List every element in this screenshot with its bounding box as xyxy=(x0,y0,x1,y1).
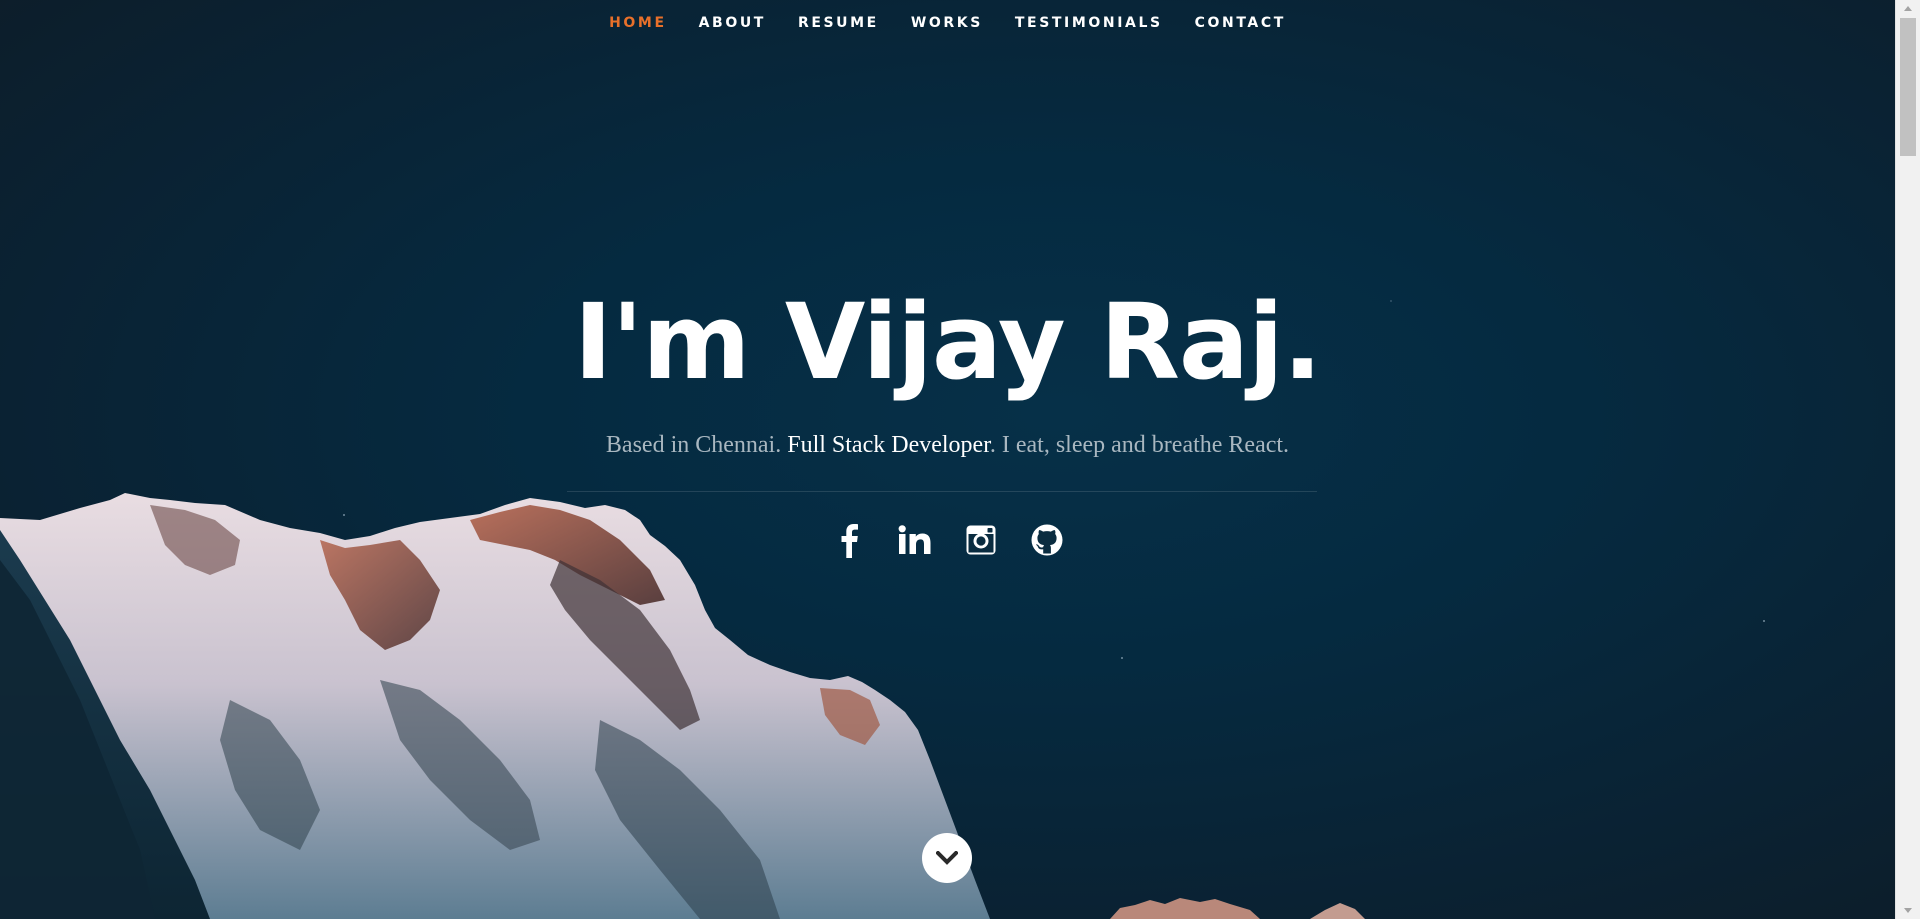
instagram-icon[interactable] xyxy=(962,520,1000,560)
hero-title: I'm Vijay Raj. xyxy=(573,281,1322,403)
nav-item-home[interactable]: HOME xyxy=(609,15,667,31)
page-scrollbar[interactable] xyxy=(1895,0,1920,919)
nav-item-works[interactable]: WORKS xyxy=(911,15,983,31)
scroll-down-arrow-icon[interactable] xyxy=(1896,902,1920,919)
social-links xyxy=(0,520,1895,560)
nav-item-resume[interactable]: RESUME xyxy=(798,15,879,31)
linkedin-icon[interactable] xyxy=(896,520,934,560)
mountain-background xyxy=(0,493,1365,919)
nav-item-contact[interactable]: CONTACT xyxy=(1195,15,1286,31)
facebook-icon[interactable] xyxy=(830,520,868,560)
hero-subtitle-role: Full Stack Developer xyxy=(787,432,990,458)
nav-item-about[interactable]: ABOUT xyxy=(699,15,766,31)
github-icon[interactable] xyxy=(1028,520,1066,560)
scrollbar-thumb[interactable] xyxy=(1900,18,1916,156)
hero-section: HOME ABOUT RESUME WORKS TESTIMONIALS CON… xyxy=(0,0,1920,919)
scroll-up-arrow-icon[interactable] xyxy=(1896,0,1920,17)
hero-divider xyxy=(567,491,1317,492)
hero-subtitle-tagline: . I eat, sleep and breathe React. xyxy=(989,432,1290,458)
hero-subtitle: Based in Chennai. Full Stack Developer. … xyxy=(0,432,1895,459)
chevron-down-icon xyxy=(936,851,958,865)
scroll-down-button[interactable] xyxy=(922,833,972,883)
hero-subtitle-location: Based in Chennai. xyxy=(605,432,788,458)
top-navigation: HOME ABOUT RESUME WORKS TESTIMONIALS CON… xyxy=(0,0,1895,46)
nav-item-testimonials[interactable]: TESTIMONIALS xyxy=(1015,15,1163,31)
